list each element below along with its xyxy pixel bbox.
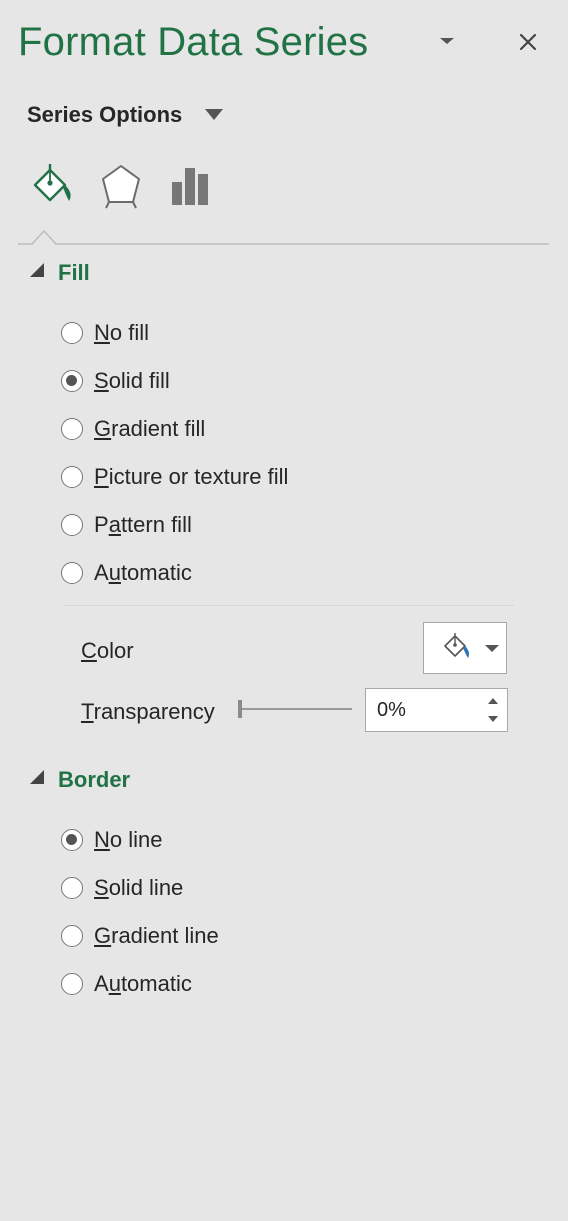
spin-down-button[interactable] [484,711,502,727]
radio-button[interactable] [61,418,83,440]
close-button[interactable] [514,28,542,56]
tab-effects[interactable] [96,160,146,212]
border-header-label: Border [58,767,131,792]
pane-title: Format Data Series [18,20,369,64]
border-section-header[interactable]: Border [30,767,130,797]
transparency-input[interactable] [377,697,472,723]
divider [64,605,514,606]
radio-button[interactable] [61,877,83,899]
caret-down-icon[interactable] [203,107,225,123]
radio-button[interactable] [61,322,83,344]
radio-button[interactable] [61,514,83,536]
radio-button[interactable] [61,973,83,995]
radio-no-line[interactable]: No line [61,827,162,857]
caret-down-icon [485,645,499,652]
close-icon [519,33,537,51]
tab-fill-line[interactable] [27,160,77,212]
transparency-label: Transparency [81,699,215,724]
paint-bucket-icon [33,164,71,202]
radio-automatic-fill[interactable]: Automatic [61,560,192,590]
radio-solid-fill[interactable]: Solid fill [61,368,170,398]
color-label: Color [81,638,134,663]
tab-series-options[interactable] [166,160,216,212]
fill-section-header[interactable]: Fill [30,260,90,290]
tab-indicator-rule [18,225,549,249]
radio-gradient-fill[interactable]: Gradient fill [61,416,205,446]
spin-up-button[interactable] [484,693,502,709]
radio-button[interactable] [61,370,83,392]
radio-button[interactable] [61,562,83,584]
collapse-triangle-icon [30,263,44,277]
bar-chart-icon [172,168,208,205]
radio-gradient-line[interactable]: Gradient line [61,923,219,953]
slider-track [240,708,352,710]
radio-picture-texture-fill[interactable]: Picture or texture fill [61,464,288,494]
radio-no-fill[interactable]: No fill [61,320,149,350]
radio-solid-line[interactable]: Solid line [61,875,183,905]
chevron-down-icon[interactable] [436,32,458,50]
transparency-spinner[interactable] [365,688,508,732]
collapse-triangle-icon [30,770,44,784]
slider-thumb[interactable] [238,700,242,718]
fill-header-label: Fill [58,260,90,285]
paint-bucket-icon [444,633,469,658]
radio-pattern-fill[interactable]: Pattern fill [61,512,192,542]
radio-automatic-line[interactable]: Automatic [61,971,192,1001]
series-options-dropdown[interactable]: Series Options [27,100,182,130]
pentagon-icon [102,165,140,209]
radio-button[interactable] [61,829,83,851]
radio-button[interactable] [61,466,83,488]
fill-color-picker[interactable] [423,622,507,674]
radio-button[interactable] [61,925,83,947]
